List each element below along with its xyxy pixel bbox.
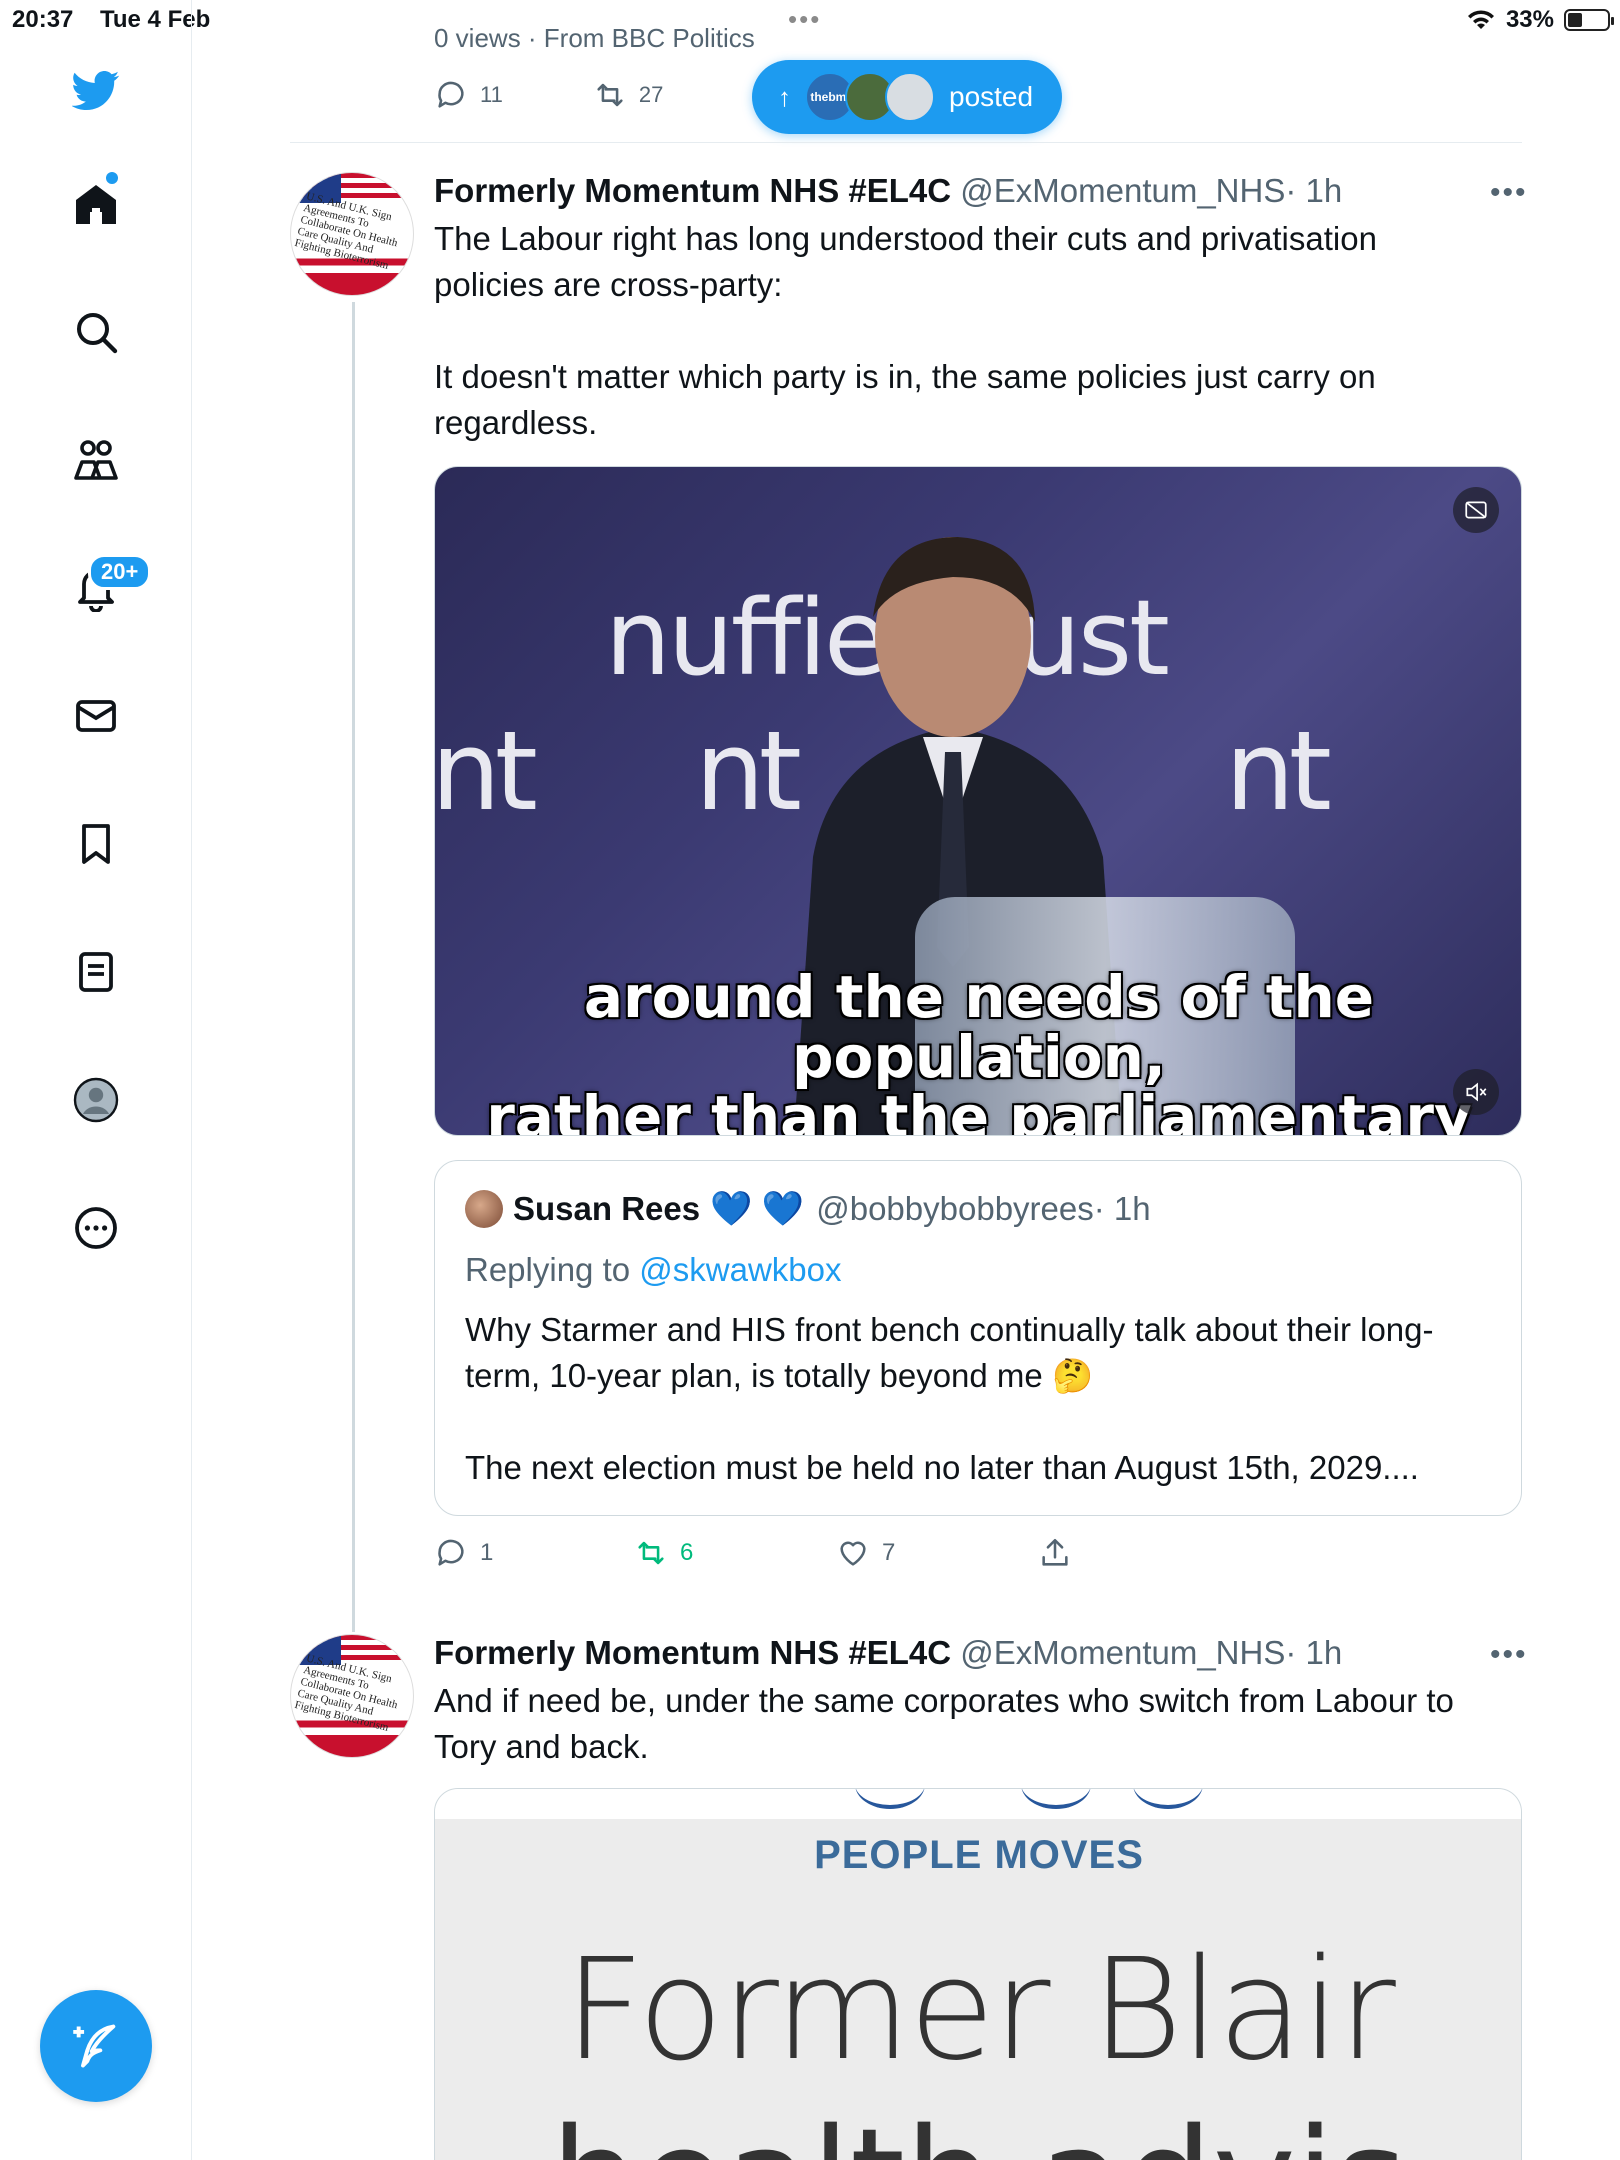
battery-percent: 33% <box>1505 6 1554 33</box>
mail-icon <box>76 700 116 732</box>
tweet-divider <box>290 142 1522 143</box>
blue-heart-emoji: 💙 💙 <box>710 1190 805 1228</box>
retweet-button[interactable]: 6 <box>634 1536 693 1570</box>
display-name[interactable]: Formerly Momentum NHS #EL4C <box>434 1634 951 1671</box>
quoted-tweet[interactable]: Susan Rees 💙 💙 @bobbybobbyrees · 1h Reply… <box>434 1160 1522 1516</box>
avatar[interactable]: U.S. And U.K. Sign Agreements To Collabo… <box>290 172 414 296</box>
link-card-image[interactable]: PEOPLE MOVES Former Blair health advis <box>434 1788 1522 2160</box>
replying-to-link[interactable]: @skwawkbox <box>639 1251 841 1288</box>
sidebar-item-bookmarks[interactable] <box>64 812 128 876</box>
retweet-button[interactable]: 27 <box>593 78 663 112</box>
previous-tweet-actions: 11 27 <box>434 78 663 112</box>
thread-connector-line <box>352 302 355 1632</box>
more-options-icon[interactable]: ••• <box>1490 1638 1528 1672</box>
tweet-time[interactable]: · 1h <box>1285 172 1342 209</box>
compose-tweet-button[interactable] <box>40 1990 152 2102</box>
video-player[interactable]: nuffiel ust nt nt nt around the needs of… <box>434 466 1522 1136</box>
share-icon <box>1042 1538 1068 1566</box>
home-unread-dot <box>106 172 118 184</box>
reply-count: 11 <box>480 82 503 107</box>
twitter-logo-icon[interactable] <box>64 58 128 122</box>
quoted-tweet-text: Why Starmer and HIS front bench continua… <box>465 1311 1434 1486</box>
muted-speaker-icon <box>1466 1082 1487 1102</box>
quoted-handle[interactable]: @bobbybobbyrees <box>816 1190 1094 1228</box>
tweet-actions: 1 6 7 <box>434 1536 1134 1576</box>
quoted-time[interactable]: · 1h <box>1094 1190 1151 1228</box>
sidebar-item-lists[interactable] <box>64 940 128 1004</box>
home-icon <box>76 185 116 224</box>
card-top-strip <box>435 1789 1521 1819</box>
retweet-icon <box>597 83 623 107</box>
tweet-time[interactable]: · 1h <box>1285 1634 1342 1671</box>
video-backdrop-mark: nt <box>1225 707 1332 835</box>
more-options-icon[interactable]: ••• <box>1490 176 1528 210</box>
tweet-text: And if need be, under the same corporate… <box>434 1682 1463 1765</box>
display-name[interactable]: Formerly Momentum NHS #EL4C <box>434 172 951 209</box>
sidebar-nav: 20+ <box>0 0 192 2160</box>
avatar[interactable]: U.S. And U.K. Sign Agreements To Collabo… <box>290 1634 414 1758</box>
retweet-icon <box>638 1541 664 1565</box>
quoted-tweet-header: Susan Rees 💙 💙 @bobbybobbyrees · 1h <box>465 1189 1151 1229</box>
battery-icon <box>1564 9 1614 31</box>
avatar-text: U.S. And U.K. Sign Agreements To Collabo… <box>293 1652 399 1734</box>
quoted-display-name[interactable]: Susan Rees <box>513 1190 700 1228</box>
unmute-button[interactable] <box>1453 1069 1499 1115</box>
video-backdrop-mark: nt <box>434 707 538 835</box>
replying-to: Replying to @skwawkbox <box>465 1251 842 1289</box>
notifications-badge: 20+ <box>88 554 152 590</box>
bookmark-icon <box>82 824 110 864</box>
retweet-count: 27 <box>638 82 664 107</box>
previous-tweet-meta: 0 views · From BBC Politics <box>434 28 755 50</box>
wifi-icon <box>1467 10 1494 29</box>
lists-icon <box>79 952 113 992</box>
new-posts-pill[interactable]: ↑ thebmj posted <box>752 60 1062 134</box>
tweet-header: Formerly Momentum NHS #EL4C @ExMomentum_… <box>434 1634 1342 1672</box>
video-caption: around the needs of the population, rath… <box>435 963 1521 1136</box>
replying-prefix: Replying to <box>465 1251 631 1288</box>
like-button[interactable]: 7 <box>836 1536 895 1570</box>
sidebar-item-explore[interactable] <box>64 300 128 364</box>
profile-avatar-icon <box>73 1077 119 1123</box>
communities-icon <box>74 440 118 480</box>
sidebar-item-profile[interactable] <box>64 1068 128 1132</box>
card-headline-continued: health advis <box>435 2099 1521 2160</box>
reply-button[interactable]: 11 <box>434 78 503 112</box>
status-bar: 20:37 Tue 4 Feb ••• 33% <box>0 0 1620 40</box>
user-handle[interactable]: @ExMomentum_NHS <box>960 172 1285 209</box>
sidebar-item-messages[interactable] <box>64 684 128 748</box>
card-kicker: PEOPLE MOVES <box>814 1833 1144 1877</box>
tweet-header: Formerly Momentum NHS #EL4C @ExMomentum_… <box>434 172 1342 210</box>
arrow-up-icon: ↑ <box>778 81 791 112</box>
search-icon <box>77 313 118 354</box>
captions-off-icon <box>1465 501 1487 519</box>
reply-icon <box>438 81 464 108</box>
quoted-avatar[interactable] <box>465 1190 503 1228</box>
avatar-text: U.S. And U.K. Sign Agreements To Collabo… <box>293 190 399 272</box>
sidebar-item-more[interactable] <box>64 1196 128 1260</box>
share-button[interactable] <box>1038 1536 1072 1570</box>
caption-line: around the needs of the population, <box>583 963 1375 1091</box>
sidebar-item-home[interactable] <box>64 172 128 236</box>
tweet-text: The Labour right has long understood the… <box>434 220 1377 441</box>
retweet-count: 6 <box>680 1539 694 1566</box>
multitasking-dots-icon[interactable]: ••• <box>788 4 821 35</box>
heart-icon <box>840 1541 866 1566</box>
new-posts-label: posted <box>949 81 1034 112</box>
card-headline: Former Blair <box>564 1929 1396 2092</box>
like-count: 7 <box>882 1539 896 1566</box>
caption-line: rather than the parliamentary cycle. <box>486 1083 1472 1136</box>
reply-count: 1 <box>480 1539 494 1566</box>
sidebar-item-communities[interactable] <box>64 428 128 492</box>
reply-button[interactable]: 1 <box>434 1536 493 1570</box>
compose-feather-icon <box>73 2024 116 2068</box>
captions-toggle-button[interactable] <box>1453 487 1499 533</box>
more-circle-icon <box>75 1207 117 1249</box>
reply-icon <box>438 1539 464 1566</box>
user-handle[interactable]: @ExMomentum_NHS <box>960 1634 1285 1671</box>
pill-avatar <box>885 72 935 122</box>
